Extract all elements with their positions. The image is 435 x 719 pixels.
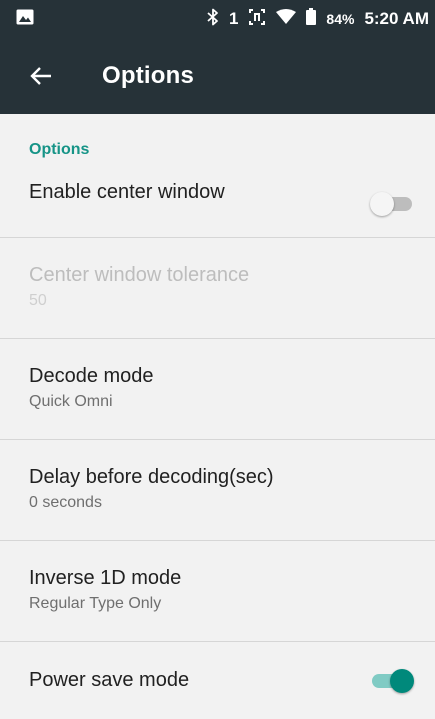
image-icon (16, 9, 34, 30)
page-title: Options (102, 62, 195, 89)
battery-percent: 84% (326, 11, 355, 27)
pref-title: Center window tolerance (29, 264, 250, 286)
pref-summary: Regular Type Only (29, 595, 162, 612)
sim-1-indicator: 1 (228, 9, 239, 28)
center-window-switch[interactable] (370, 192, 414, 216)
pref-title: Inverse 1D mode (29, 567, 182, 589)
power-save-switch[interactable] (370, 669, 414, 693)
pref-title: Delay before decoding(sec) (29, 466, 274, 488)
pref-power-save-mode[interactable]: Power save mode (0, 642, 435, 719)
pref-summary: 0 seconds (29, 494, 102, 511)
pref-summary: 50 (29, 292, 47, 309)
switch-thumb (390, 669, 414, 693)
section-header: Options (29, 141, 90, 158)
battery-icon (306, 8, 317, 30)
switch-thumb (370, 192, 394, 216)
status-bar: 1 84% 5:20 AM (0, 0, 435, 38)
pref-inverse-1d-mode[interactable]: Inverse 1D mode Regular Type Only (0, 541, 435, 642)
pref-delay-before-decoding[interactable]: Delay before decoding(sec) 0 seconds (0, 440, 435, 541)
nfc-icon (248, 8, 266, 31)
bluetooth-icon (207, 8, 219, 31)
options-list: Options Enable center window Center wind… (0, 114, 435, 719)
pref-decode-mode[interactable]: Decode mode Quick Omni (0, 339, 435, 440)
pref-center-window-tolerance: Center window tolerance 50 (0, 238, 435, 339)
clock: 5:20 AM (364, 9, 429, 28)
pref-enable-center-window[interactable]: Enable center window (0, 171, 435, 238)
arrow-left-icon[interactable] (30, 63, 56, 89)
wifi-icon (276, 8, 297, 30)
pref-title: Decode mode (29, 365, 154, 387)
toolbar: Options (0, 38, 435, 114)
pref-summary: Quick Omni (29, 393, 113, 410)
